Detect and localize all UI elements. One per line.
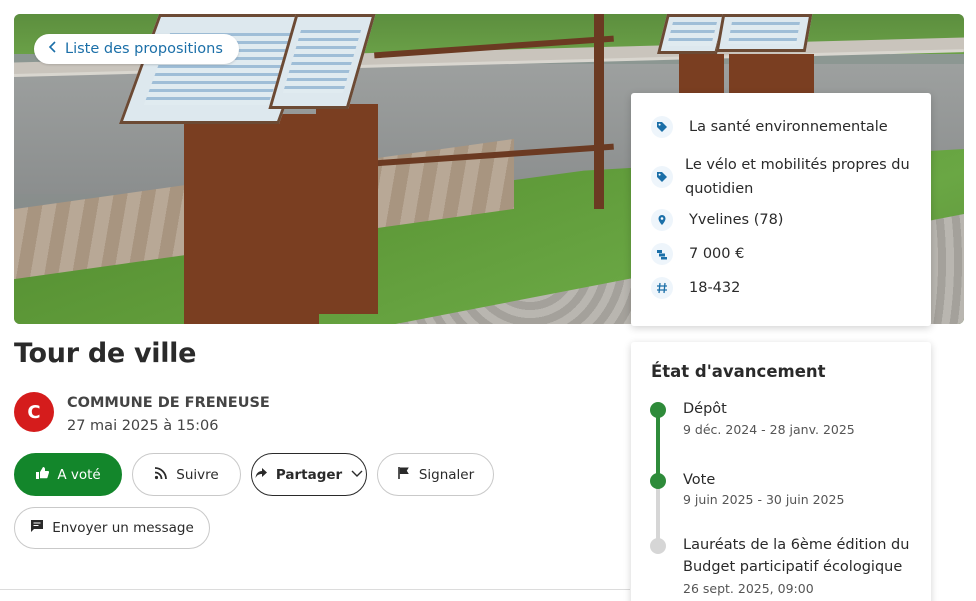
rss-icon xyxy=(154,466,168,484)
info-item-label: La santé environnementale xyxy=(689,119,888,135)
progress-title: État d'avancement xyxy=(651,362,826,381)
info-item-label: Le vélo et mobilités propres du quotidie… xyxy=(685,157,910,197)
tag-icon xyxy=(651,116,673,138)
hero-panel xyxy=(679,54,724,94)
share-dropdown-button[interactable]: Partager xyxy=(251,453,367,496)
report-button[interactable]: Signaler xyxy=(377,453,494,496)
hero-panel xyxy=(729,54,814,94)
budget-icon xyxy=(651,243,673,265)
share-arrow-icon xyxy=(254,466,268,484)
vote-button-label: A voté xyxy=(57,466,101,483)
step-dates: 9 juin 2025 - 30 juin 2025 xyxy=(683,492,845,507)
step-dates: 26 sept. 2025, 09:00 xyxy=(683,581,814,596)
info-item-label: 18-432 xyxy=(689,280,741,296)
follow-button-label: Suivre xyxy=(176,466,219,483)
info-item-theme: Le vélo et mobilités propres du quotidie… xyxy=(651,151,913,203)
info-item-reference: 18-432 xyxy=(651,271,913,305)
hero-post xyxy=(594,14,604,209)
hero-info-board xyxy=(715,14,813,52)
send-message-label: Envoyer un message xyxy=(52,520,194,536)
report-button-label: Signaler xyxy=(418,466,475,483)
thumbs-up-icon xyxy=(35,466,50,484)
vote-button[interactable]: A voté xyxy=(14,453,122,496)
message-icon xyxy=(30,519,44,537)
chevron-left-icon xyxy=(48,41,57,57)
back-link-label: Liste des propositions xyxy=(65,41,223,57)
share-button-label: Partager xyxy=(275,466,343,483)
hero-panel xyxy=(316,104,378,314)
step-name: Dépôt xyxy=(683,401,727,417)
step-name: Vote xyxy=(683,472,716,488)
step-dot-completed xyxy=(650,402,666,418)
tag-icon xyxy=(651,166,673,188)
proposal-info-card: La santé environnementale Le vélo et mob… xyxy=(631,93,931,326)
info-item-budget: 7 000 € xyxy=(651,237,913,271)
step-name: Lauréats de la 6ème édition du Budget pa… xyxy=(683,537,910,575)
back-to-proposals-link[interactable]: Liste des propositions xyxy=(34,34,239,64)
step-dates: 9 déc. 2024 - 28 janv. 2025 xyxy=(683,422,855,437)
chevron-down-icon xyxy=(350,466,364,484)
flag-icon xyxy=(397,466,411,484)
progress-card: État d'avancement Dépôt 9 déc. 2024 - 28… xyxy=(631,342,931,601)
proposal-date: 27 mai 2025 à 15:06 xyxy=(67,418,219,434)
info-item-label: Yvelines (78) xyxy=(689,212,784,228)
send-message-button[interactable]: Envoyer un message xyxy=(14,507,210,549)
author-name[interactable]: COMMUNE DE FRENEUSE xyxy=(67,395,270,411)
follow-button[interactable]: Suivre xyxy=(132,453,241,496)
step-dot-completed xyxy=(650,473,666,489)
location-pin-icon xyxy=(651,209,673,231)
hash-icon xyxy=(651,277,673,299)
info-item-label: 7 000 € xyxy=(689,246,745,262)
section-divider xyxy=(0,589,630,590)
progress-track-completed xyxy=(656,409,660,481)
info-item-location: Yvelines (78) xyxy=(651,203,913,237)
hero-panel xyxy=(184,114,319,324)
step-dot-upcoming xyxy=(650,538,666,554)
proposal-title: Tour de ville xyxy=(14,338,197,369)
author-avatar[interactable]: C xyxy=(14,392,54,432)
info-item-theme: La santé environnementale xyxy=(651,103,913,151)
